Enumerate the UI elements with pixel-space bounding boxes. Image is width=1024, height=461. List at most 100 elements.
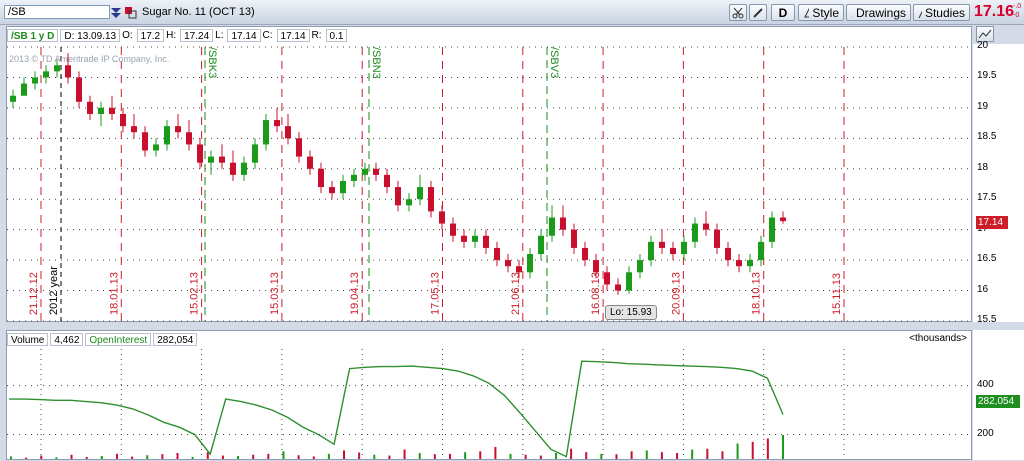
candle-body	[714, 229, 720, 248]
volume-bar	[373, 454, 376, 459]
volume-bar	[191, 456, 194, 459]
volume-bar	[721, 451, 724, 459]
candle-body	[98, 107, 104, 114]
volume-bar	[464, 452, 467, 459]
date-label: 15.11.13	[831, 273, 843, 315]
drawings-button[interactable]: Drawings	[846, 4, 911, 21]
volume-bar	[706, 448, 709, 459]
volume-panel[interactable]: Volume 4,462 OpenInterest 282,054 <thous…	[6, 330, 973, 460]
price-chart: 21.12.12 18.01.13 15.02.13 15.03.13 19.04.13…	[7, 46, 973, 322]
candle-body	[637, 260, 643, 273]
volume-bar	[630, 451, 633, 459]
candle-body	[494, 247, 500, 261]
candle-body	[109, 107, 115, 114]
candle-body	[450, 223, 456, 236]
price-chart-panel[interactable]: 21.12.12 18.01.13 15.02.13 15.03.13 19.04.13…	[6, 26, 973, 322]
studies-label: Studies	[924, 5, 965, 20]
candle-body	[483, 235, 489, 248]
close-label: C:	[262, 28, 275, 42]
candle-body	[604, 272, 610, 285]
year-label: 2012 year	[48, 266, 60, 315]
price-axis[interactable]	[973, 44, 1024, 322]
candle-body	[54, 65, 60, 72]
candle-body	[516, 266, 522, 273]
volume-bar	[85, 456, 88, 459]
volume-bar	[615, 454, 618, 459]
symbol-input[interactable]: /SB	[4, 5, 110, 19]
volume-bar	[221, 455, 224, 459]
drawings-icon	[852, 15, 853, 17]
volume-bar	[100, 455, 103, 459]
volume-bar	[524, 454, 527, 459]
candle-body	[32, 77, 38, 84]
symbol-period: /SB 1 y D	[7, 28, 59, 42]
candle-body	[131, 126, 137, 133]
candle-body	[582, 247, 588, 261]
candle-body	[65, 65, 71, 78]
date-label: 19.04.13	[349, 272, 361, 315]
candle-body	[197, 144, 203, 163]
copyright-watermark: 2013 © TD Ameritrade IP Company, Inc.	[9, 54, 170, 64]
volume-bar	[448, 453, 451, 459]
date-label: 16.08.13	[590, 272, 602, 315]
volume-bar	[206, 452, 209, 459]
candle-body	[681, 241, 687, 255]
volume-label: Volume	[7, 332, 49, 346]
style-label: Style	[812, 5, 839, 20]
price-axis-label: 18.5	[977, 131, 997, 143]
volume-bar	[766, 438, 769, 459]
instrument-title: Sugar No. 11 (OCT 13)	[142, 6, 255, 18]
symbol-dropdown-icon[interactable]	[110, 6, 122, 19]
volume-bar	[509, 453, 512, 459]
close-value: 17.14	[276, 28, 310, 42]
style-icon	[804, 7, 810, 17]
crosshair-tool-button[interactable]	[729, 4, 747, 21]
candle-body	[648, 241, 654, 261]
candle-body	[318, 168, 324, 188]
candle-body	[538, 235, 544, 255]
candle-body	[747, 260, 753, 267]
candle-body	[164, 126, 170, 145]
candle-body	[329, 187, 335, 194]
high-value: 17.24	[180, 28, 214, 42]
candle-body	[76, 77, 82, 102]
volume-bar	[161, 454, 164, 459]
volume-bar	[115, 453, 118, 459]
candle-body	[472, 235, 478, 242]
volume-bar	[252, 454, 255, 459]
candle-body	[615, 284, 621, 291]
candle-body	[208, 156, 214, 163]
candle-body	[175, 126, 181, 133]
low-label: L:	[215, 28, 226, 42]
aggregation-d-button[interactable]: D	[771, 4, 795, 21]
candle-body	[417, 187, 423, 200]
pencil-tool-button[interactable]	[749, 4, 767, 21]
style-button[interactable]: Style	[798, 4, 844, 21]
info-date: D: 13.09.13	[60, 28, 121, 42]
candle-body	[384, 174, 390, 188]
volume-value: 4,462	[50, 332, 84, 346]
volume-bar	[146, 455, 149, 459]
candle-body	[241, 162, 247, 175]
price-axis-label: 16	[977, 283, 989, 295]
candle-body	[758, 241, 764, 261]
date-label: 15.03.13	[269, 272, 281, 315]
volume-bar	[282, 451, 285, 459]
link-icon[interactable]	[124, 6, 138, 19]
candle-body	[296, 138, 302, 157]
price-axis-label: 18	[977, 161, 989, 173]
studies-button[interactable]: Studies	[913, 4, 970, 21]
volume-bar	[25, 457, 28, 459]
price-axis-label: 19	[977, 100, 989, 112]
high-label: H:	[166, 28, 179, 42]
open-label: O:	[122, 28, 135, 42]
units-label: <thousands>	[909, 333, 967, 344]
volume-bar	[479, 451, 482, 459]
candle-body	[461, 235, 467, 242]
volume-bar	[676, 453, 679, 459]
volume-chart	[7, 349, 973, 459]
scissors-icon	[732, 7, 744, 18]
volume-bar	[358, 452, 361, 459]
volume-axis-label: 400	[977, 378, 994, 390]
candle-body	[406, 199, 412, 206]
